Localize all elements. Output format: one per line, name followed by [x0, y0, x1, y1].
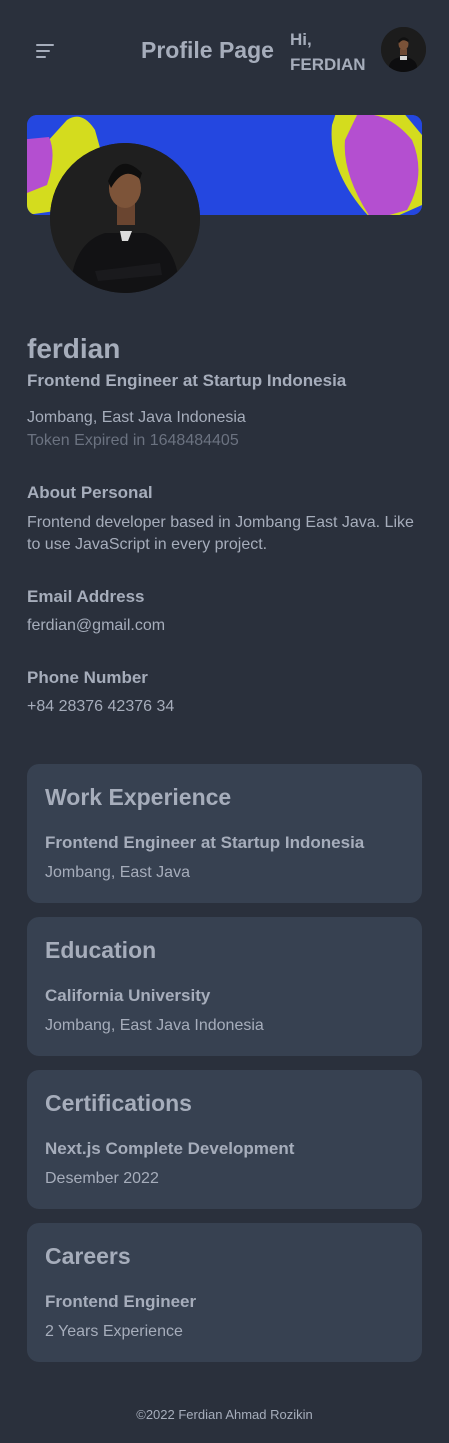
profile-headline: Frontend Engineer at Startup Indonesia: [27, 371, 347, 390]
phone-value: +84 28376 42376 34: [27, 698, 175, 715]
card-subtitle: Frontend Engineer at Startup Indonesia: [45, 833, 365, 852]
card-subtitle: Next.js Complete Development: [45, 1139, 295, 1158]
greeting-text: Hi, FERDIAN: [290, 30, 366, 74]
certifications-card: Certifications Next.js Complete Developm…: [27, 1070, 422, 1209]
hamburger-menu-icon[interactable]: [28, 36, 64, 66]
user-avatar[interactable]: [381, 27, 426, 72]
about-label: About Personal: [27, 483, 153, 502]
phone-label: Phone Number: [27, 668, 148, 687]
careers-card: Careers Frontend Engineer 2 Years Experi…: [27, 1223, 422, 1362]
card-detail: Desember 2022: [45, 1170, 159, 1187]
card-title: Work Experience: [45, 784, 232, 810]
card-subtitle: Frontend Engineer: [45, 1292, 197, 1311]
education-card: Education California University Jombang,…: [27, 917, 422, 1056]
token-expiry: Token Expired in 1648484405: [27, 432, 239, 449]
profile-location: Jombang, East Java Indonesia: [27, 409, 246, 426]
top-navbar: Profile Page Hi, FERDIAN: [0, 0, 449, 100]
footer-copyright: ©2022 Ferdian Ahmad Rozikin: [136, 1407, 313, 1422]
card-subtitle: California University: [45, 986, 211, 1005]
email-value: ferdian@gmail.com: [27, 617, 166, 634]
about-value: Frontend developer based in Jombang East…: [27, 514, 414, 553]
card-detail: Jombang, East Java Indonesia: [45, 1017, 264, 1034]
profile-name: ferdian: [27, 333, 121, 364]
page-title: Profile Page: [141, 37, 274, 63]
card-detail: 2 Years Experience: [45, 1323, 183, 1340]
profile-photo: [50, 143, 200, 293]
card-title: Education: [45, 937, 157, 963]
card-detail: Jombang, East Java: [45, 864, 190, 881]
work-experience-card: Work Experience Frontend Engineer at Sta…: [27, 764, 422, 903]
card-title: Careers: [45, 1243, 131, 1269]
email-label: Email Address: [27, 587, 145, 606]
card-title: Certifications: [45, 1090, 192, 1116]
